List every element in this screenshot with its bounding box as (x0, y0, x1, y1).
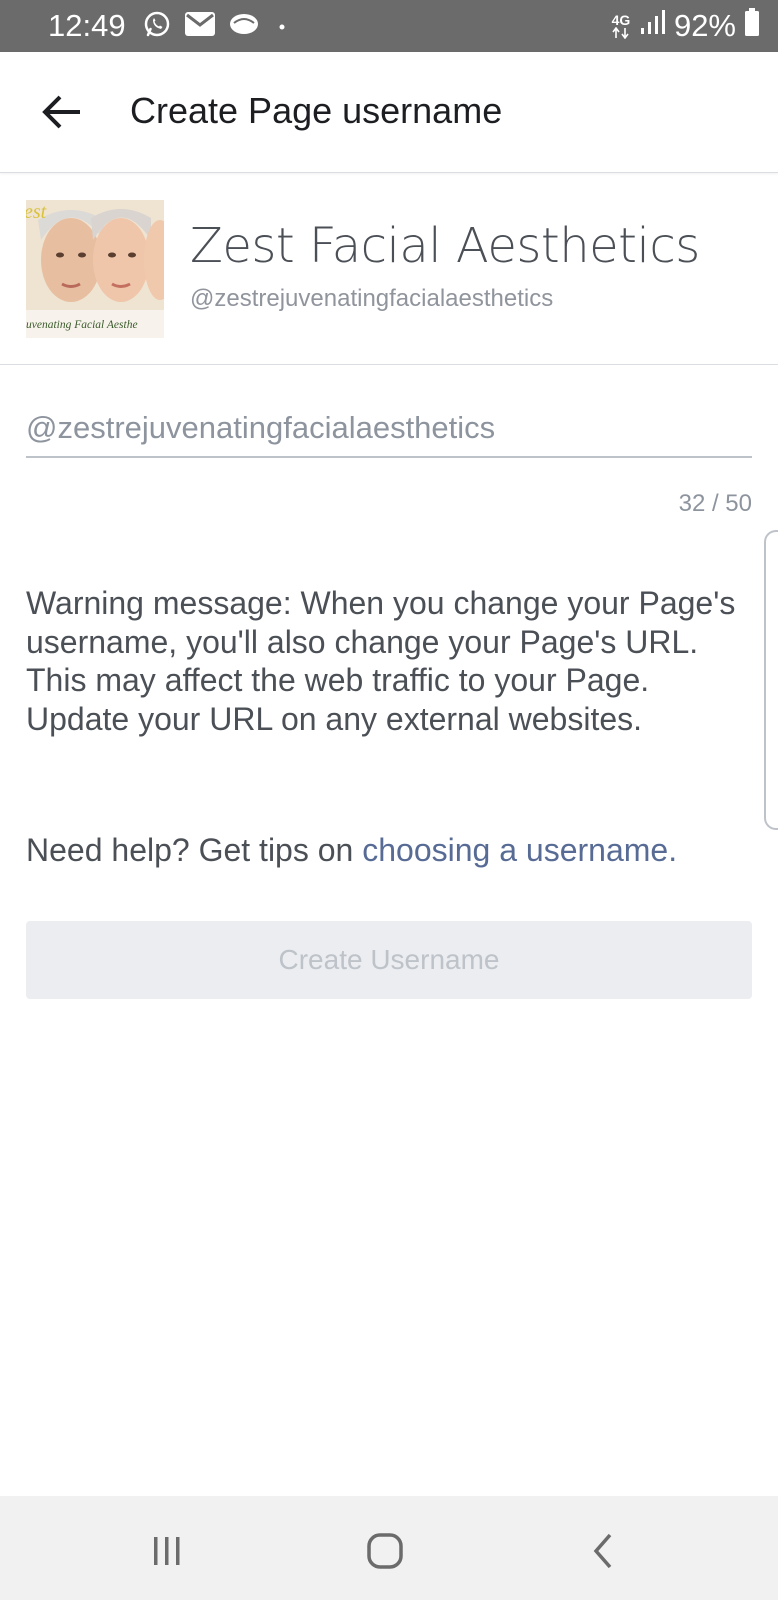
recent-apps-icon (154, 1537, 180, 1565)
signal-icon (640, 8, 666, 44)
avatar-caption-bottom: uvenating Facial Aesthe (26, 319, 138, 331)
home-icon (367, 1533, 403, 1569)
status-bar: 12:49 4G 92% (0, 0, 778, 52)
create-username-button[interactable]: Create Username (26, 921, 752, 999)
help-prefix: Need help? Get tips on (26, 832, 363, 868)
avatar-caption-top: est (26, 201, 47, 223)
back-button[interactable] (36, 86, 88, 138)
page-name: Zest Facial Aesthetics (190, 218, 700, 274)
screen: 12:49 4G 92% Create Page username est uv… (0, 0, 778, 1600)
arrow-left-icon (42, 95, 80, 129)
recent-apps-button[interactable] (142, 1526, 192, 1576)
edge-panel-handle[interactable] (764, 530, 778, 830)
username-input[interactable] (26, 400, 752, 458)
character-counter: 32 / 50 (678, 490, 752, 517)
status-time: 12:49 (48, 8, 126, 43)
status-right: 4G 92% (610, 6, 760, 46)
system-nav-bar (0, 1496, 778, 1600)
message-icon (228, 11, 260, 42)
page-avatar: est uvenating Facial Aesthe (26, 200, 164, 338)
whatsapp-icon (142, 9, 172, 44)
choosing-username-link[interactable]: choosing a username. (362, 832, 677, 868)
app-header: Create Page username (0, 52, 778, 173)
help-text: Need help? Get tips on choosing a userna… (26, 830, 677, 870)
avatar-image: est uvenating Facial Aesthe (26, 200, 164, 338)
network-indicator: 4G (610, 13, 632, 39)
home-button[interactable] (360, 1526, 410, 1576)
back-icon (593, 1533, 612, 1569)
system-back-button[interactable] (578, 1526, 628, 1576)
dot-icon (272, 11, 292, 42)
notification-icons (142, 10, 292, 42)
page-title: Create Page username (130, 90, 503, 131)
page-info: est uvenating Facial Aesthe Zest Facial … (0, 174, 778, 365)
network-label: 4G (611, 12, 631, 28)
data-arrows-icon (612, 27, 629, 39)
battery-icon (744, 7, 760, 45)
gmail-icon (184, 11, 216, 42)
warning-message: Warning message: When you change your Pa… (26, 585, 736, 737)
battery-percent: 92% (673, 8, 736, 43)
page-handle: @zestrejuvenatingfacialaesthetics (190, 285, 554, 312)
